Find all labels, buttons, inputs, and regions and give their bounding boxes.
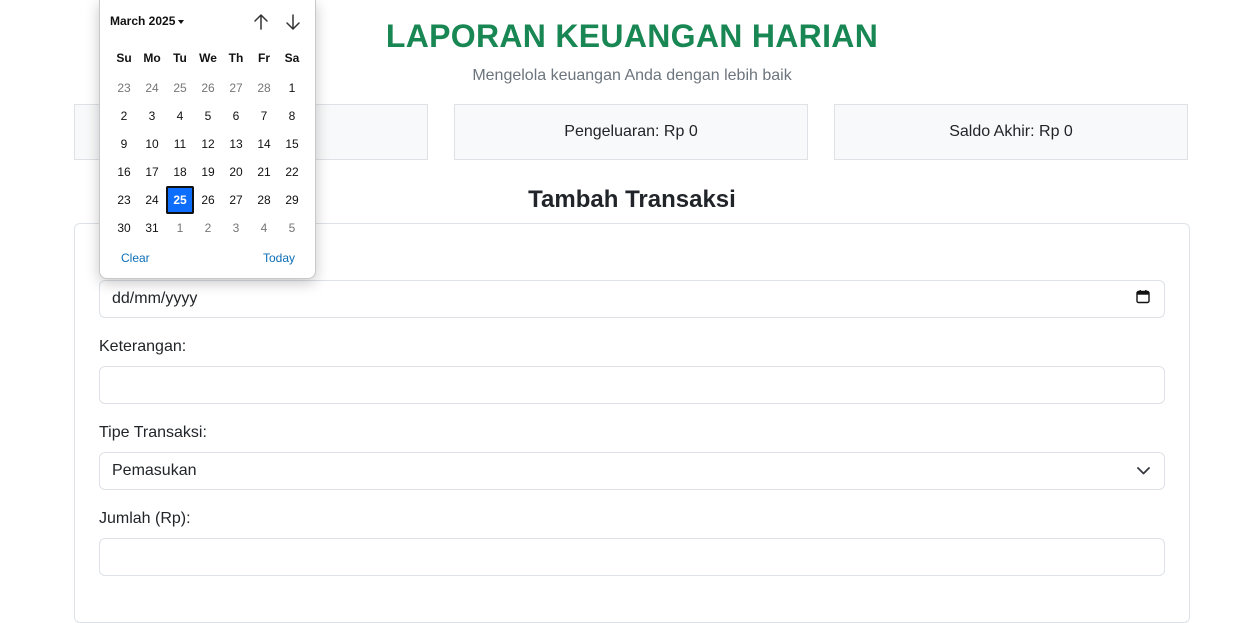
calendar-day[interactable]: 15 — [278, 130, 306, 158]
calendar-day[interactable]: 23 — [110, 74, 138, 102]
tipe-transaksi-label: Tipe Transaksi: — [99, 424, 207, 441]
calendar-day[interactable]: 30 — [110, 214, 138, 242]
calendar-day[interactable]: 27 — [222, 186, 250, 214]
calendar-day[interactable]: 28 — [250, 74, 278, 102]
arrow-down-icon[interactable] — [283, 11, 303, 33]
calendar-day[interactable]: 8 — [278, 102, 306, 130]
calendar-day[interactable]: 18 — [166, 158, 194, 186]
jumlah-label: Jumlah (Rp): — [99, 510, 191, 527]
calendar-day[interactable]: 22 — [278, 158, 306, 186]
tipe-transaksi-select[interactable]: Pemasukan — [99, 452, 1165, 490]
weekday-header: Th — [228, 51, 244, 65]
calendar-day[interactable]: 2 — [194, 214, 222, 242]
weekday-header: Su — [116, 51, 132, 65]
calendar-day[interactable]: 26 — [194, 186, 222, 214]
calendar-day[interactable]: 1 — [166, 214, 194, 242]
calendar-day[interactable]: 7 — [250, 102, 278, 130]
weekday-header: Sa — [284, 51, 300, 65]
calendar-day[interactable]: 5 — [278, 214, 306, 242]
calendar-day[interactable]: 9 — [110, 130, 138, 158]
weekday-header: We — [199, 51, 217, 65]
calendar-day[interactable]: 24 — [138, 186, 166, 214]
calendar-day[interactable]: 27 — [222, 74, 250, 102]
chevron-down-icon — [1137, 462, 1150, 480]
caret-down-icon — [178, 19, 185, 24]
weekday-header: Mo — [143, 51, 161, 65]
calendar-day[interactable]: 10 — [138, 130, 166, 158]
calendar-day[interactable]: 3 — [138, 102, 166, 130]
calendar-day[interactable]: 1 — [278, 74, 306, 102]
calendar-day[interactable]: 5 — [194, 102, 222, 130]
weekday-header: Fr — [258, 51, 270, 65]
summary-card-saldo: Saldo Akhir: Rp 0 — [834, 104, 1188, 160]
weekday-header: Tu — [173, 51, 187, 65]
calendar-day[interactable]: 26 — [194, 74, 222, 102]
keterangan-input[interactable] — [99, 366, 1165, 404]
calendar-grid: Su Mo Tu We Th Fr Sa 23 24 25 26 27 28 1 2 3 4 5 6 7 8 9 10 11 1… — [110, 46, 306, 242]
calendar-day[interactable]: 13 — [222, 130, 250, 158]
calendar-day[interactable]: 12 — [194, 130, 222, 158]
calendar-day[interactable]: 25 — [166, 74, 194, 102]
calendar-day[interactable]: 11 — [166, 130, 194, 158]
month-year-selector[interactable]: March 2025 — [110, 14, 185, 28]
calendar-day[interactable]: 6 — [222, 102, 250, 130]
keterangan-label: Keterangan: — [99, 338, 187, 355]
calendar-icon[interactable] — [1136, 290, 1150, 309]
date-placeholder: dd/mm/yyyy — [112, 290, 198, 307]
calendar-day[interactable]: 23 — [110, 186, 138, 214]
calendar-day-selected[interactable]: 25 — [166, 186, 194, 214]
calendar-day[interactable]: 4 — [250, 214, 278, 242]
calendar-day[interactable]: 19 — [194, 158, 222, 186]
calendar-day[interactable]: 17 — [138, 158, 166, 186]
calendar-day[interactable]: 16 — [110, 158, 138, 186]
date-picker-popup: March 2025 Su Mo Tu We Th Fr Sa 23 24 25 26 27 28 1 2 3… — [99, 0, 316, 279]
clear-button[interactable]: Clear — [121, 251, 150, 265]
calendar-day[interactable]: 14 — [250, 130, 278, 158]
calendar-day[interactable]: 2 — [110, 102, 138, 130]
calendar-day[interactable]: 28 — [250, 186, 278, 214]
today-button[interactable]: Today — [263, 251, 295, 265]
calendar-day[interactable]: 21 — [250, 158, 278, 186]
arrow-up-icon[interactable] — [251, 11, 271, 33]
month-year-label: March 2025 — [110, 14, 176, 28]
calendar-day[interactable]: 20 — [222, 158, 250, 186]
calendar-day[interactable]: 31 — [138, 214, 166, 242]
tipe-transaksi-value: Pemasukan — [112, 462, 197, 479]
summary-card-pengeluaran: Pengeluaran: Rp 0 — [454, 104, 808, 160]
calendar-day[interactable]: 4 — [166, 102, 194, 130]
calendar-day[interactable]: 29 — [278, 186, 306, 214]
jumlah-input[interactable] — [99, 538, 1165, 576]
calendar-day[interactable]: 3 — [222, 214, 250, 242]
calendar-day[interactable]: 24 — [138, 74, 166, 102]
date-input[interactable]: dd/mm/yyyy — [99, 280, 1165, 318]
